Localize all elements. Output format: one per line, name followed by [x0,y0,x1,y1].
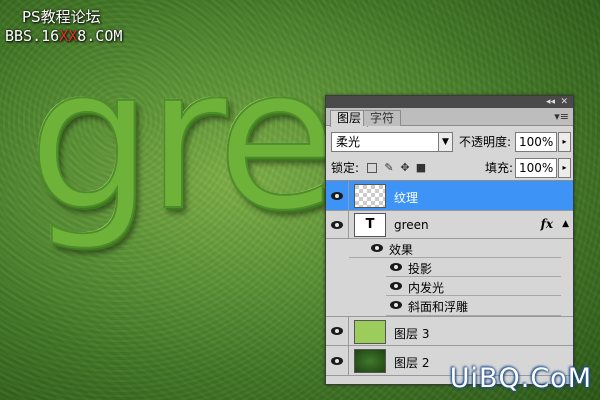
effect-label: 斜面和浮雕 [408,300,469,314]
effect-inner-glow[interactable]: 内发光 [386,277,561,296]
visibility-toggle[interactable] [326,346,349,375]
layer-thumbnail [354,349,386,373]
effect-bevel-emboss[interactable]: 斜面和浮雕 [386,296,561,316]
visibility-toggle[interactable] [326,181,349,210]
blend-row: 柔光 ▼ 不透明度: 100% ▸ [331,132,571,154]
opacity-label: 不透明度: [459,135,512,149]
layer-row-texture[interactable]: 纹理 [326,181,573,211]
lock-row: 锁定: ✎ ✥ ■ 填充: 100% ▸ [331,158,571,180]
eye-icon[interactable] [390,282,402,290]
layer-name: 纹理 [394,191,419,205]
watermark-title: PS教程论坛 [22,8,101,26]
lock-all-icon[interactable]: ■ [415,161,427,174]
layers-panel: ◂◂ ✕ 图层 字符 ▾≡ 柔光 ▼ 不透明度: 100% ▸ 锁定: ✎ ✥ … [325,95,574,385]
layer-thumbnail [354,184,386,208]
eye-icon [331,327,343,335]
fx-icon[interactable]: fx [541,217,553,231]
effects-label: 效果 [389,243,414,257]
tab-character[interactable]: 字符 [363,110,402,126]
fill-slider-button[interactable]: ▸ [558,158,571,178]
panel-tabs: 图层 字符 ▾≡ [326,108,573,127]
visibility-toggle[interactable] [326,317,349,345]
effect-label: 内发光 [408,281,445,295]
layer-name: 图层 2 [394,356,430,370]
effect-label: 投影 [408,262,433,276]
text-layer-thumbnail: T [354,213,386,237]
blend-mode-select[interactable]: 柔光 ▼ [331,132,453,152]
effects-header[interactable]: 效果 [349,239,561,258]
eye-icon [331,220,343,229]
layer-name: 图层 3 [394,327,430,341]
layer-thumbnail [354,320,386,344]
close-icon[interactable]: ✕ [560,96,568,108]
eye-icon [331,356,343,365]
panel-menu-icon[interactable]: ▾≡ [554,110,569,123]
lock-move-icon[interactable]: ✥ [399,161,411,174]
chevron-down-icon[interactable]: ▼ [438,133,452,151]
eye-icon[interactable] [390,263,402,271]
fill-input[interactable]: 100% [515,158,557,178]
expand-effects-icon[interactable]: ▲ [562,219,569,229]
site-logo: UiBQ.CoM [449,363,592,394]
layers-list: 纹理 T green fx ▲ 效果 投影 内发光 斜面和浮雕 图层 3 图层 … [326,180,573,384]
eye-icon[interactable] [371,244,383,252]
eye-icon[interactable] [390,301,402,309]
lock-transparent-icon[interactable] [367,163,377,173]
fill-label: 填充: [485,161,514,175]
visibility-toggle[interactable] [326,211,349,238]
panel-titlebar[interactable]: ◂◂ ✕ [326,96,573,108]
eye-icon [331,191,343,200]
collapse-icon[interactable]: ◂◂ [546,96,555,108]
blend-mode-value: 柔光 [336,135,361,149]
effect-drop-shadow[interactable]: 投影 [386,258,561,277]
layer-name: green [394,218,429,232]
opacity-slider-button[interactable]: ▸ [558,132,571,152]
opacity-input[interactable]: 100% [515,132,557,152]
layer-row-green[interactable]: T green fx ▲ [326,211,573,239]
layer-row-layer3[interactable]: 图层 3 [326,316,573,346]
lock-label: 锁定: [331,161,360,175]
lock-paint-icon[interactable]: ✎ [383,161,395,174]
